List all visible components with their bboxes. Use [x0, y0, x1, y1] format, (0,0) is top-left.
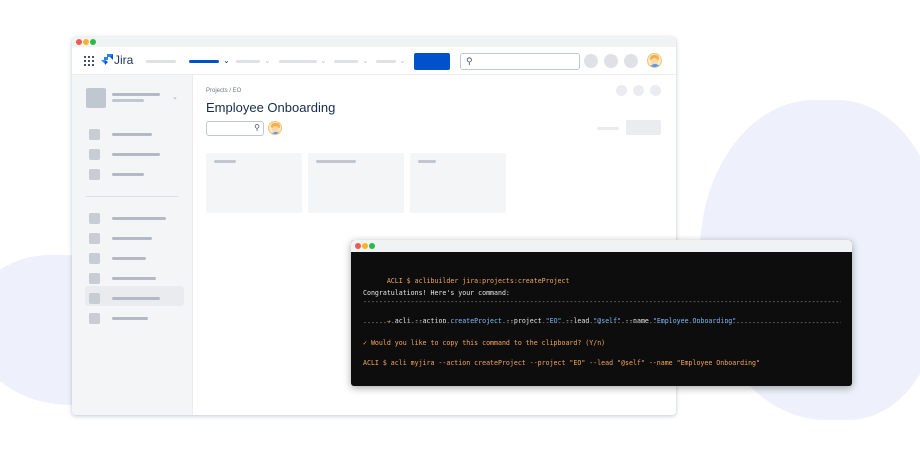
settings-icon[interactable]: [624, 54, 638, 68]
chevron-down-icon[interactable]: ⌄: [362, 56, 369, 65]
project-sidebar: ⌄: [72, 75, 193, 415]
search-icon: ⚲: [466, 56, 473, 66]
terminal-line-congrats: Congratulations! Here's your command:: [363, 289, 510, 297]
sidebar-item-6[interactable]: [112, 257, 146, 260]
terminal-line-final-command: ACLI $ acli myjira --action createProjec…: [363, 359, 760, 367]
breadcrumb[interactable]: Projects / EO: [206, 88, 241, 94]
search-input[interactable]: ⚲: [460, 53, 580, 70]
sidebar-item-4[interactable]: [112, 217, 166, 220]
toolbar-button[interactable]: [626, 120, 661, 135]
assignee-avatar-filter[interactable]: [268, 121, 282, 135]
terminal-window: ACLI $ aclibuilder jira:projects:createP…: [351, 240, 852, 386]
terminal-titlebar: [351, 240, 852, 252]
toolbar-label-placeholder: [597, 127, 619, 130]
header-action-icon[interactable]: [616, 85, 627, 96]
nav-item-2-active[interactable]: [189, 60, 219, 63]
nav-item-4[interactable]: [279, 60, 317, 63]
minimize-window-button[interactable]: [83, 39, 89, 45]
page-title: Employee Onboarding: [206, 100, 336, 115]
header-action-icon[interactable]: [633, 85, 644, 96]
sidebar-item-5[interactable]: [112, 237, 152, 240]
project-type-placeholder: [112, 99, 144, 102]
sidebar-item-icon[interactable]: [89, 293, 100, 304]
sidebar-item-icon[interactable]: [89, 213, 100, 224]
maximize-window-button[interactable]: [369, 243, 375, 249]
chevron-down-icon[interactable]: ⌄: [223, 56, 230, 65]
sidebar-item-3[interactable]: [112, 173, 144, 176]
sidebar-item-icon[interactable]: [89, 129, 100, 140]
help-icon[interactable]: [604, 54, 618, 68]
chevron-down-icon[interactable]: ⌄: [320, 56, 327, 65]
product-name[interactable]: Jira: [114, 53, 133, 67]
terminal-line-copy-prompt: ✓ Would you like to copy this command to…: [363, 339, 606, 347]
sidebar-item-icon[interactable]: [89, 273, 100, 284]
nav-item-6[interactable]: [376, 60, 396, 63]
user-avatar[interactable]: [647, 53, 662, 68]
board-search-input[interactable]: ⚲: [206, 121, 264, 136]
nav-item-3[interactable]: [236, 60, 260, 63]
header-action-icon[interactable]: [650, 85, 661, 96]
board-column-3: [410, 153, 506, 213]
sidebar-item-icon[interactable]: [89, 149, 100, 160]
app-switcher-icon[interactable]: [84, 56, 94, 66]
project-name-placeholder[interactable]: [112, 93, 160, 96]
terminal-divider-top: ----------------------------------------…: [363, 298, 841, 306]
window-titlebar: [72, 37, 676, 47]
board-column-2: [308, 153, 404, 213]
project-avatar[interactable]: [86, 88, 106, 108]
sidebar-item-icon[interactable]: [89, 253, 100, 264]
sidebar-item-8[interactable]: [112, 297, 160, 300]
create-button[interactable]: [414, 53, 450, 70]
close-window-button[interactable]: [76, 39, 82, 45]
jira-logo-icon[interactable]: [100, 53, 114, 67]
sidebar-item-1[interactable]: [112, 133, 152, 136]
notifications-icon[interactable]: [584, 54, 598, 68]
chevron-down-icon[interactable]: ⌄: [264, 56, 271, 65]
sidebar-item-9[interactable]: [112, 317, 148, 320]
sidebar-divider: [86, 196, 178, 197]
top-navigation: Jira ⌄ ⌄ ⌄ ⌄ ⌄ ⚲: [72, 47, 676, 75]
terminal-output[interactable]: ACLI $ aclibuilder jira:projects:createP…: [363, 252, 842, 367]
minimize-window-button[interactable]: [362, 243, 368, 249]
nav-item-1[interactable]: [146, 60, 176, 63]
chevron-down-icon[interactable]: ⌄: [399, 56, 406, 65]
terminal-divider-bottom: ----------------------------------------…: [363, 319, 841, 327]
maximize-window-button[interactable]: [90, 39, 96, 45]
sidebar-item-icon[interactable]: [89, 313, 100, 324]
sidebar-item-icon[interactable]: [89, 169, 100, 180]
nav-item-5[interactable]: [334, 60, 358, 63]
board-column-1: [206, 153, 302, 213]
search-icon: ⚲: [254, 123, 260, 132]
sidebar-item-2[interactable]: [112, 153, 160, 156]
sidebar-item-icon[interactable]: [89, 233, 100, 244]
chevron-down-icon[interactable]: ⌄: [172, 93, 178, 101]
close-window-button[interactable]: [355, 243, 361, 249]
sidebar-item-7[interactable]: [112, 277, 156, 280]
